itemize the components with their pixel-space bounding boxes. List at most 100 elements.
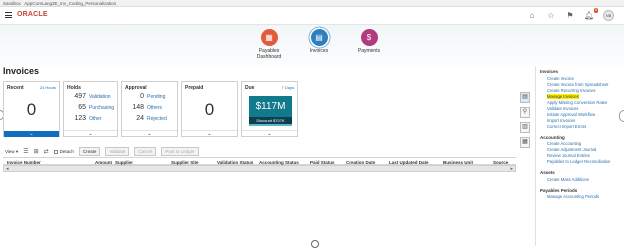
card-prepaid[interactable]: Prepaid 0 ⌄ — [181, 81, 238, 137]
columns-icon[interactable]: ☰ — [23, 148, 28, 155]
col-accounting-status[interactable]: Accounting Status — [259, 160, 299, 165]
task-link[interactable]: Manage Accounting Periods — [540, 194, 620, 200]
wrap-icon[interactable]: ⇄ — [44, 148, 49, 155]
recent-period-link[interactable]: 24 Hours — [40, 85, 56, 90]
scroll-right-icon[interactable]: ▸ — [510, 166, 513, 172]
col-paid-status[interactable]: Paid Status — [310, 160, 335, 165]
search-icon[interactable]: ⚲ — [520, 107, 530, 118]
metric-label[interactable]: Others — [147, 105, 162, 111]
chevron-down-icon[interactable]: ⌄ — [122, 130, 177, 137]
holds-validation-row[interactable]: 497 Validation — [67, 93, 111, 100]
loading-indicator-icon — [311, 240, 319, 248]
detach-checkbox-icon — [53, 149, 58, 154]
approval-rejected-row[interactable]: 24 Rejected — [125, 115, 167, 122]
section-title: Assets — [540, 170, 555, 175]
create-button[interactable]: Create — [78, 147, 101, 156]
metric-value: 0 — [140, 93, 144, 100]
prepaid-count[interactable]: 0 — [182, 100, 237, 120]
tile-invoices[interactable]: ▤ Invoices — [300, 29, 338, 60]
freeze-icon[interactable]: ⊞ — [34, 148, 39, 155]
star-icon[interactable]: ☆ — [546, 11, 556, 21]
col-validation-status[interactable]: Validation Status — [217, 160, 253, 165]
metric-label[interactable]: Validation — [89, 94, 111, 100]
metric-value: 65 — [78, 104, 86, 111]
oracle-logo[interactable]: ORACLE — [17, 11, 48, 18]
tile-label: Payments — [357, 48, 381, 54]
chevron-down-icon[interactable]: ⌄ — [64, 130, 117, 137]
chevron-down-icon[interactable]: ⌄ — [242, 130, 297, 137]
global-header: ORACLE ⌂ ☆ ⚑ 🔔︎ 6 NB — [0, 7, 624, 25]
invoice-table-header: Invoice Number Amount Supplier Supplier … — [3, 157, 516, 165]
page-title: Invoices — [3, 66, 40, 76]
col-invoice-number[interactable]: Invoice Number — [7, 160, 41, 165]
task-link[interactable]: Create Mass Additions — [540, 177, 620, 183]
card-title: Holds — [67, 85, 81, 91]
col-last-updated-date[interactable]: Last Updated Date — [389, 160, 429, 165]
recent-count[interactable]: 0 — [4, 100, 59, 120]
card-approval[interactable]: Approval 0 Pending 148 Others 24 Rejected ⌄ — [121, 81, 178, 137]
tasks-panel: Invoices Create Invoice Create Invoice f… — [535, 66, 624, 246]
horizontal-scrollbar[interactable]: ◂ ▸ — [3, 165, 516, 172]
card-title: Approval — [125, 85, 147, 91]
menu-icon[interactable] — [5, 12, 12, 18]
sandbox-label: Sandbox — [3, 1, 21, 6]
avatar[interactable]: NB — [603, 10, 614, 21]
tile-payments[interactable]: $ Payments — [350, 29, 388, 60]
approval-pending-row[interactable]: 0 Pending — [125, 93, 165, 100]
metric-label[interactable]: Other — [89, 116, 102, 122]
discount-amount[interactable]: Discount $707K — [249, 117, 292, 124]
col-source[interactable]: Source — [493, 160, 508, 165]
card-title: Recent — [7, 85, 24, 91]
tile-payables-dashboard[interactable]: ▦ Payables Dashboard — [250, 29, 288, 60]
tasks-section-payables-periods: Payables Periods Manage Accounting Perio… — [540, 188, 620, 201]
tasks-section-invoices: Invoices Create Invoice Create Invoice f… — [540, 69, 620, 130]
col-supplier-site[interactable]: Supplier Site — [171, 160, 199, 165]
bell-icon[interactable]: 🔔︎ 6 — [584, 7, 598, 21]
col-creation-date[interactable]: Creation Date — [346, 160, 375, 165]
scroll-left-icon[interactable]: ◂ — [6, 166, 9, 172]
chevron-down-icon[interactable]: ⌄ — [4, 131, 59, 137]
flag-icon[interactable]: ⚑ — [565, 11, 575, 21]
metric-value: 497 — [74, 93, 86, 100]
sandbox-name[interactable]: AppCoreLang3E_Inv_Coding_Personalization — [24, 1, 116, 6]
task-link[interactable]: Create Invoice from Spreadsheet — [540, 82, 620, 88]
tile-label: Payables Dashboard — [256, 48, 282, 60]
detach-toggle[interactable]: Detach — [53, 149, 74, 154]
chart-icon[interactable]: ▥ — [520, 122, 530, 133]
holds-other-row[interactable]: 123 Other — [67, 115, 102, 122]
list-view-icon[interactable]: ▤ — [520, 92, 530, 103]
task-link[interactable]: Correct Import Errors — [540, 124, 620, 130]
card-holds[interactable]: Holds 497 Validation 65 Purchasing 123 Othe… — [63, 81, 118, 137]
validate-button[interactable]: Validate — [105, 147, 130, 156]
notification-count: 6 — [594, 7, 598, 13]
tasks-section-assets: Assets Create Mass Additions — [540, 170, 620, 183]
holds-purchasing-row[interactable]: 65 Purchasing — [67, 104, 114, 111]
tile-label: Invoices — [309, 48, 329, 54]
report-icon[interactable]: ▦ — [520, 137, 530, 148]
metric-label[interactable]: Rejected — [147, 116, 167, 122]
detach-label: Detach — [59, 149, 74, 154]
home-icon[interactable]: ⌂ — [527, 11, 537, 21]
metric-label[interactable]: Purchasing — [89, 105, 114, 111]
cancel-button[interactable]: Cancel — [134, 147, 157, 156]
view-menu[interactable]: View ▾ — [5, 149, 18, 155]
post-to-ledger-button[interactable]: Post to Ledger — [161, 147, 199, 156]
payments-icon: $ — [360, 29, 378, 46]
task-link[interactable]: Payables to Ledger Reconciliation — [540, 159, 620, 165]
infolet-cards: Recent 24 Hours 0 ⌄ Holds 497 Validation … — [3, 81, 298, 137]
metric-label[interactable]: Pending — [147, 94, 165, 100]
dashboard-icon: ▦ — [260, 29, 278, 46]
card-due[interactable]: Due 7 Days $117M Discount $707K ⌄ — [241, 81, 298, 137]
col-amount[interactable]: Amount — [95, 160, 112, 165]
section-title: Payables Periods — [540, 187, 578, 193]
card-recent[interactable]: Recent 24 Hours 0 ⌄ — [3, 81, 60, 137]
due-period-link[interactable]: 7 Days — [282, 85, 294, 90]
col-supplier[interactable]: Supplier — [115, 160, 133, 165]
metric-value: 24 — [136, 115, 144, 122]
due-amount[interactable]: $117M — [249, 96, 292, 117]
tasks-panel-toggle[interactable] — [619, 110, 624, 122]
col-business-unit[interactable]: Business Unit — [443, 160, 473, 165]
invoices-icon: ▤ — [310, 29, 328, 46]
approval-others-row[interactable]: 148 Others — [125, 104, 162, 111]
chevron-down-icon[interactable]: ⌄ — [182, 130, 237, 137]
